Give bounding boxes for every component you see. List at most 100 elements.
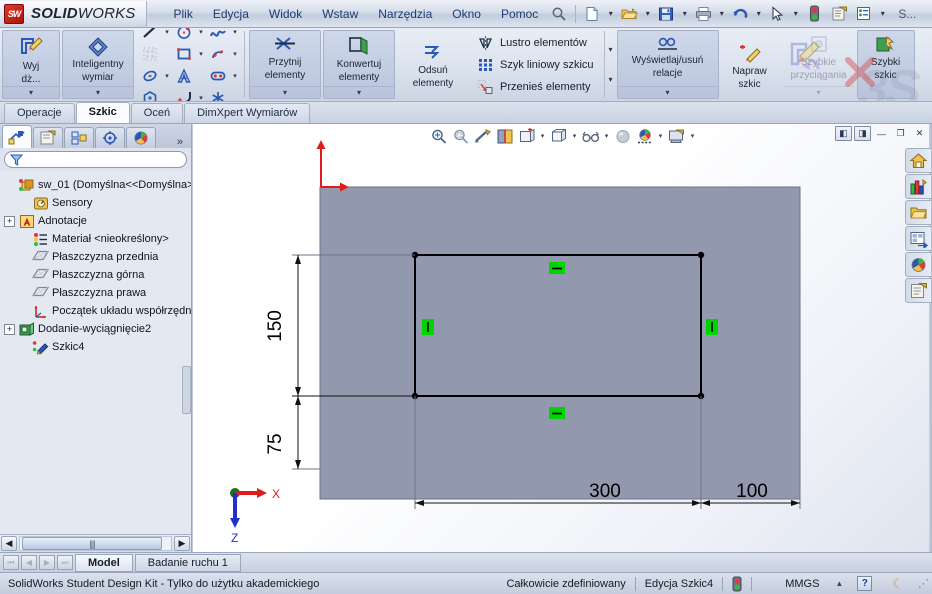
- sketch-canvas[interactable]: 150 75 300 100 X Z: [193, 124, 932, 552]
- relation-horizontal-top[interactable]: [549, 262, 565, 274]
- tab-evaluate[interactable]: Oceń: [130, 103, 184, 123]
- appearance-sphere-icon[interactable]: [612, 126, 634, 146]
- spline-caret-icon[interactable]: ▾: [230, 28, 240, 36]
- apply-scene-icon[interactable]: [634, 126, 656, 146]
- scroll-left-button[interactable]: ◀: [1, 536, 17, 551]
- menu-tools[interactable]: Narzędzia: [369, 4, 441, 24]
- convert-entities-button[interactable]: Konwertuj elementy ▾: [323, 30, 395, 99]
- scroll-track[interactable]: ||||: [19, 536, 172, 551]
- rectangle-caret-icon[interactable]: ▾: [196, 50, 206, 58]
- minimize-doc-button[interactable]: —: [873, 126, 890, 141]
- spline-icon[interactable]: [206, 28, 230, 43]
- line-icon[interactable]: [138, 28, 162, 43]
- restore-right-button[interactable]: ◨: [854, 126, 871, 141]
- view-orientation-caret-icon[interactable]: ▾: [538, 132, 548, 140]
- mirror-entities-button[interactable]: Lustro elementów: [474, 32, 597, 54]
- save-icon[interactable]: [654, 3, 678, 25]
- units-caret-icon[interactable]: ▲: [835, 579, 843, 588]
- prev-tab-button[interactable]: ◀: [21, 555, 37, 570]
- tree-item-top-plane[interactable]: Płaszczyzna górna: [4, 266, 189, 284]
- quick-access-extra-label[interactable]: S...: [889, 4, 925, 24]
- dimension-300-text[interactable]: 300: [589, 481, 621, 502]
- ribbon-overflow-carets[interactable]: ▾ ▾: [607, 28, 615, 101]
- help-question-icon[interactable]: ?: [926, 3, 932, 25]
- linear-sketch-pattern-button[interactable]: Szyk liniowy szkicu: [474, 54, 597, 76]
- open-folder-icon[interactable]: [617, 3, 641, 25]
- point-star-icon[interactable]: [206, 87, 230, 101]
- dimension-100-text[interactable]: 100: [736, 481, 768, 502]
- apply-scene-caret-icon[interactable]: ▾: [656, 132, 666, 140]
- settings-caret-icon[interactable]: ▾: [877, 3, 888, 25]
- move-entities-button[interactable]: Przenieś elementy: [474, 76, 597, 98]
- relation-horizontal-bottom[interactable]: [549, 407, 565, 419]
- convert-dropdown[interactable]: ▾: [324, 86, 394, 98]
- print-caret-icon[interactable]: ▾: [716, 3, 727, 25]
- tree-item-right-plane[interactable]: Płaszczyzna prawa: [4, 284, 189, 302]
- display-palette-icon[interactable]: [126, 127, 156, 148]
- zoom-to-area-icon[interactable]: [450, 126, 472, 146]
- graphics-area[interactable]: 150 75 300 100 X Z: [193, 124, 932, 552]
- ellipse-caret-icon[interactable]: ▾: [162, 72, 172, 80]
- dimension-75[interactable]: 75: [265, 396, 320, 470]
- pattern-icon[interactable]: [138, 43, 162, 65]
- sketch-point-top-right[interactable]: [697, 251, 705, 259]
- tree-item-annotations[interactable]: + Adnotacje: [4, 212, 189, 230]
- tree-item-origin[interactable]: Początek układu współrzędnyc: [4, 302, 191, 320]
- display-style-caret-icon[interactable]: ▾: [570, 132, 580, 140]
- property-manager-icon[interactable]: [33, 127, 63, 148]
- restore-doc-button[interactable]: ❐: [892, 126, 909, 141]
- relation-vertical-left[interactable]: [422, 319, 434, 335]
- relation-vertical-right[interactable]: [706, 319, 718, 335]
- tree-item-part[interactable]: sw_01 (Domyślna<<Domyślna>_: [4, 176, 191, 194]
- line-caret-icon[interactable]: ▾: [162, 28, 172, 36]
- tree-item-material[interactable]: Materiał <nieokreślony>: [4, 230, 189, 248]
- solidworks-resources-button[interactable]: [905, 148, 931, 173]
- sketch-fillet-icon[interactable]: [172, 87, 196, 101]
- new-document-caret-icon[interactable]: ▾: [605, 3, 616, 25]
- help-question-icon[interactable]: ?: [857, 576, 873, 591]
- search-icon[interactable]: [547, 3, 571, 25]
- rebuild-traffic-light-icon[interactable]: [732, 576, 742, 592]
- view-settings-icon[interactable]: [666, 126, 688, 146]
- appearances-scenes-button[interactable]: [905, 252, 931, 277]
- restore-left-button[interactable]: ◧: [835, 126, 852, 141]
- hide-show-glasses-icon[interactable]: [580, 126, 602, 146]
- exit-sketch-dropdown[interactable]: ▾: [3, 86, 59, 98]
- menu-edit[interactable]: Edycja: [204, 4, 258, 24]
- options-icon[interactable]: [827, 3, 851, 25]
- first-tab-button[interactable]: ⏮: [3, 555, 19, 570]
- slot-caret-icon[interactable]: ▾: [230, 72, 240, 80]
- print-icon[interactable]: [691, 3, 715, 25]
- tab-features[interactable]: Operacje: [4, 103, 75, 123]
- menu-file[interactable]: Plik: [165, 4, 202, 24]
- search-input[interactable]: [4, 151, 187, 168]
- display-relations-dropdown[interactable]: ▾: [617, 86, 718, 98]
- slot-icon[interactable]: [206, 65, 230, 87]
- fillet-caret-icon[interactable]: ▾: [196, 94, 206, 102]
- polygon-icon[interactable]: [138, 87, 162, 101]
- trim-dropdown[interactable]: ▾: [250, 86, 320, 98]
- doc-tab-motion-study[interactable]: Badanie ruchu 1: [134, 553, 241, 572]
- tree-item-front-plane[interactable]: Płaszczyzna przednia: [4, 248, 189, 266]
- tab-dimxpert[interactable]: DimXpert Wymiarów: [184, 103, 311, 123]
- configuration-icon[interactable]: [64, 127, 94, 148]
- overflow-caret-bottom[interactable]: ▾: [609, 75, 613, 84]
- settings-list-icon[interactable]: [852, 3, 876, 25]
- menu-help[interactable]: Pomoc: [492, 4, 547, 24]
- menu-view[interactable]: Widok: [260, 4, 311, 24]
- scroll-right-button[interactable]: ▶: [174, 536, 190, 551]
- circle-icon[interactable]: [172, 28, 196, 43]
- close-doc-button[interactable]: ✕: [911, 126, 928, 141]
- exit-sketch-button[interactable]: Wyj dż... ▾: [2, 30, 60, 99]
- tree-vertical-scrollbar[interactable]: [182, 366, 191, 414]
- tree-item-extrude2[interactable]: + Dodanie-wyciągnięcie2: [4, 320, 189, 338]
- annotations-expand-icon[interactable]: +: [4, 215, 15, 227]
- undo-caret-icon[interactable]: ▾: [753, 3, 764, 25]
- rectangle-icon[interactable]: [172, 43, 196, 65]
- hide-show-caret-icon[interactable]: ▾: [602, 132, 612, 140]
- tree-item-sketch4[interactable]: Szkic4: [4, 338, 189, 356]
- view-orientation-icon[interactable]: [516, 126, 538, 146]
- trim-entities-button[interactable]: Przytnij elementy ▾: [249, 30, 321, 99]
- smart-dimension-dropdown[interactable]: ▾: [63, 86, 133, 98]
- display-delete-relations-button[interactable]: Wyświetlaj/usuń relacje ▾: [616, 30, 719, 99]
